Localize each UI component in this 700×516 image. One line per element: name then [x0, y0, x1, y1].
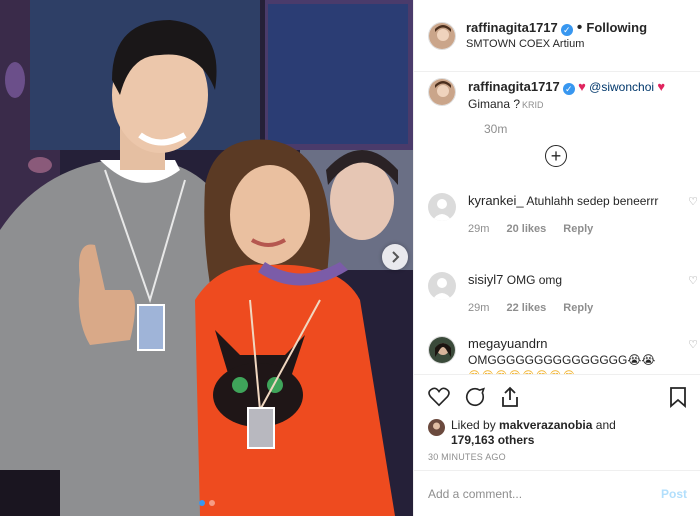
- separator-dot: •: [576, 18, 583, 36]
- carousel-dot: [208, 500, 215, 506]
- like-heart-icon[interactable]: [428, 387, 450, 407]
- post-comment-button[interactable]: Post: [661, 487, 687, 501]
- comment-likes[interactable]: 20 likes: [506, 223, 546, 235]
- comment-like-heart-icon[interactable]: ♡: [688, 338, 698, 374]
- post-photo[interactable]: [0, 0, 413, 516]
- likes-summary: Liked by makverazanobia and 179,163 othe…: [428, 418, 687, 448]
- reply-button[interactable]: Reply: [563, 302, 593, 314]
- caption-text: Gimana ?: [468, 97, 521, 111]
- carousel-dot-active: [198, 500, 205, 506]
- comment-age: 29m: [468, 223, 490, 235]
- comment-text: Atuhlahh sedep beneerrr: [526, 194, 659, 208]
- red-heart-icon: ♥: [657, 79, 666, 94]
- plus-icon: +: [550, 146, 562, 166]
- comment-like-heart-icon[interactable]: ♡: [688, 195, 698, 237]
- author-username[interactable]: raffinagita1717: [466, 20, 558, 35]
- bookmark-icon[interactable]: [669, 386, 687, 408]
- comment-meta: 29m 22 likes Reply: [468, 300, 684, 316]
- share-icon[interactable]: [500, 386, 520, 408]
- chevron-right-icon: [392, 251, 400, 263]
- header-text: raffinagita1717 ✓ • Following SMTOWN COEX A…: [466, 18, 647, 52]
- liker-avatar[interactable]: [428, 419, 445, 436]
- caption-time: 30m: [484, 122, 508, 136]
- next-slide-button[interactable]: [382, 244, 408, 270]
- verified-badge-icon: ✓: [560, 23, 573, 36]
- comment-like-heart-icon[interactable]: ♡: [688, 274, 698, 316]
- author-avatar[interactable]: [428, 21, 456, 50]
- post-actions: Liked by makverazanobia and 179,163 othe…: [414, 374, 700, 462]
- comment-username[interactable]: kyrankei_: [468, 193, 524, 208]
- photo-image: [0, 0, 413, 516]
- red-heart-icon: ♥: [578, 79, 586, 94]
- caption-body: raffinagita1717 ✓ ♥ @siwonchoi ♥ Gimana ?…: [468, 78, 665, 114]
- comment-bubble-icon[interactable]: [464, 386, 486, 408]
- commenter-avatar[interactable]: [428, 336, 456, 364]
- add-comment-bar: Post: [414, 470, 700, 516]
- liked-by-and: and: [595, 418, 616, 432]
- comment-input[interactable]: [428, 486, 661, 501]
- verified-badge-icon: ✓: [562, 83, 575, 95]
- comment-item: megayuandrn OMGGGGGGGGGGGGGGG😭😭 😍😍😍😍😍😍😍😍…: [428, 336, 698, 374]
- watermark-text: KRID: [522, 100, 544, 110]
- mention-link[interactable]: @siwonchoi: [589, 80, 654, 94]
- comment-text: OMGGGGGGGGGGGGGGG😭😭: [468, 353, 656, 367]
- post-side-panel: raffinagita1717 ✓ • Following SMTOWN COEX A…: [413, 0, 700, 516]
- comment-item: kyrankei_ Atuhlahh sedep beneerrr 29m 20…: [428, 193, 698, 237]
- comment-username[interactable]: megayuandrn: [468, 336, 548, 351]
- carousel-indicator: [0, 500, 413, 506]
- comment-likes[interactable]: 22 likes: [506, 302, 546, 314]
- following-button[interactable]: Following: [586, 20, 647, 35]
- reply-button[interactable]: Reply: [563, 223, 593, 235]
- caption-avatar[interactable]: [428, 78, 456, 106]
- post-header: raffinagita1717 ✓ • Following SMTOWN COEX A…: [414, 0, 700, 72]
- commenter-avatar[interactable]: [428, 193, 456, 221]
- comment-text: OMG omg: [506, 273, 563, 287]
- comment-item: sisiyl7 OMG omg 29m 22 likes Reply ♡: [428, 272, 698, 316]
- comment-meta: 29m 20 likes Reply: [468, 221, 684, 237]
- post-timestamp: 30 MINUTES AGO: [428, 452, 506, 462]
- likes-count[interactable]: 179,163 others: [451, 433, 534, 447]
- commenter-avatar[interactable]: [428, 272, 456, 300]
- liked-by-prefix: Liked by: [451, 418, 496, 432]
- comment-username[interactable]: sisiyl7: [468, 272, 503, 287]
- caption: raffinagita1717 ✓ ♥ @siwonchoi ♥ Gimana ?…: [428, 78, 698, 136]
- caption-username[interactable]: raffinagita1717: [468, 79, 560, 94]
- load-more-comments-button[interactable]: +: [545, 145, 567, 167]
- liker-username[interactable]: makverazanobia: [499, 418, 592, 432]
- comment-age: 29m: [468, 302, 490, 314]
- post-location[interactable]: SMTOWN COEX Artium: [466, 36, 647, 52]
